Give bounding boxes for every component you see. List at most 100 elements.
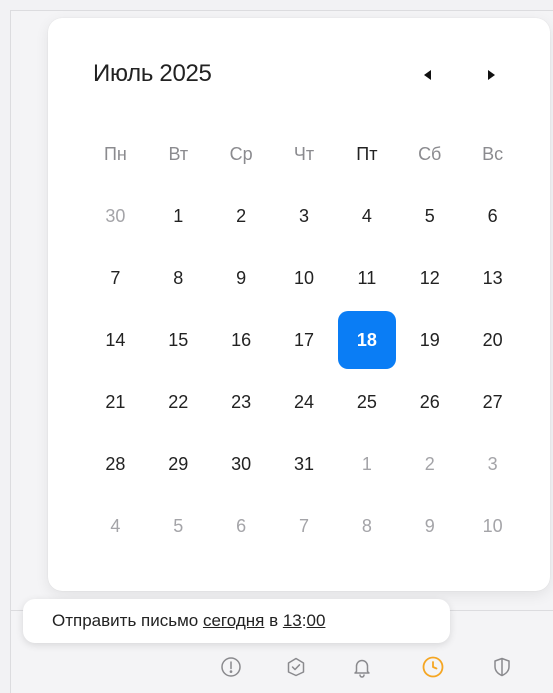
calendar-grid: Пн Вт Ср Чт Пт Сб Вс 30 1 2 3 4 5 6 7 8 9 10 11 12 13 14 15 16 1… [84,123,524,557]
day-number: 27 [482,391,503,412]
day-number: 21 [105,391,126,412]
day-number: 28 [105,453,126,474]
weekday-header: Сб [418,143,442,164]
day-cell[interactable]: 2 [210,185,273,247]
date-picker-popup: Июль 2025 Пн Вт Ср Чт Пт Сб Вс 30 1 2 3 4 5 6 7 8 9 10 11 1… [48,18,550,591]
day-cell[interactable]: 7 [273,495,336,557]
day-cell[interactable]: 13 [461,247,524,309]
day-cell[interactable]: 7 [84,247,147,309]
day-cell[interactable]: 15 [147,309,210,371]
tooltip-prefix: Отправить письмо [52,611,199,630]
day-number: 14 [105,329,126,350]
day-cell[interactable]: 16 [210,309,273,371]
day-cell[interactable]: 29 [147,433,210,495]
day-number: 5 [173,515,184,536]
weekday-header: Вс [482,143,504,164]
send-schedule-tooltip: Отправить письмо сегодня в 13:00 [23,599,450,643]
day-cell[interactable]: 24 [273,371,336,433]
day-number: 11 [357,267,377,288]
clock-icon[interactable] [421,655,445,679]
day-number: 29 [168,453,189,474]
day-number: 18 [337,311,396,369]
day-cell[interactable]: 10 [461,495,524,557]
day-number: 7 [298,515,309,536]
day-cell[interactable]: 2 [398,433,461,495]
day-cell[interactable]: 4 [84,495,147,557]
day-number: 9 [424,515,435,536]
day-number: 6 [487,205,498,226]
day-cell[interactable]: 23 [210,371,273,433]
day-cell[interactable]: 9 [210,247,273,309]
day-cell[interactable]: 4 [335,185,398,247]
checkmark-check-icon[interactable] [284,655,308,679]
day-cell[interactable]: 6 [210,495,273,557]
day-number: 12 [419,267,440,288]
exclamation-circle-icon[interactable] [219,655,243,679]
day-number: 23 [231,391,252,412]
day-cell[interactable]: 31 [273,433,336,495]
day-number: 16 [231,329,252,350]
day-cell[interactable]: 8 [147,247,210,309]
day-cell[interactable]: 25 [335,371,398,433]
send-hour-link[interactable]: 13 [283,611,302,631]
day-number: 30 [231,453,252,474]
next-month-button[interactable] [476,62,506,88]
day-cell[interactable]: 11 [335,247,398,309]
day-cell[interactable]: 30 [210,433,273,495]
day-cell[interactable]: 27 [461,371,524,433]
selected-day-cell[interactable]: 18 [335,309,398,371]
day-cell[interactable]: 1 [335,433,398,495]
day-number: 4 [361,205,372,226]
bell-icon[interactable] [350,655,374,679]
day-number: 31 [293,453,315,474]
day-cell[interactable]: 20 [461,309,524,371]
day-cell[interactable]: 19 [398,309,461,371]
send-minute-link[interactable]: 00 [307,611,326,631]
day-cell[interactable]: 17 [273,309,336,371]
day-number: 1 [361,453,372,474]
day-number: 3 [487,453,498,474]
prev-month-button[interactable] [412,62,442,88]
day-number: 2 [424,453,435,474]
day-number: 8 [361,515,372,536]
weekday-header: Вт [168,143,189,164]
day-number: 20 [482,329,503,350]
day-number: 26 [419,391,440,412]
day-cell[interactable]: 28 [84,433,147,495]
day-cell[interactable]: 6 [461,185,524,247]
day-cell[interactable]: 1 [147,185,210,247]
day-cell[interactable]: 26 [398,371,461,433]
day-cell[interactable]: 9 [398,495,461,557]
tooltip-middle: в [269,611,279,630]
day-cell[interactable]: 8 [335,495,398,557]
day-cell[interactable]: 5 [398,185,461,247]
day-cell[interactable]: 22 [147,371,210,433]
day-number: 5 [424,205,435,226]
day-number: 10 [293,267,315,288]
day-cell[interactable]: 21 [84,371,147,433]
send-day-link[interactable]: сегодня [203,611,264,631]
day-cell[interactable]: 3 [461,433,524,495]
day-number: 9 [236,267,247,288]
day-cell[interactable]: 10 [273,247,336,309]
day-number: 15 [168,329,189,350]
day-cell[interactable]: 12 [398,247,461,309]
shield-icon[interactable] [490,655,514,679]
day-cell[interactable]: 14 [84,309,147,371]
day-number: 13 [482,267,503,288]
day-number: 7 [110,267,121,288]
day-cell[interactable]: 30 [84,185,147,247]
day-number: 4 [110,515,121,536]
day-number: 1 [173,205,184,226]
triangle-right-icon [487,70,495,80]
day-number: 25 [356,391,377,412]
weekday-header: Ср [229,143,253,164]
day-number: 6 [236,515,247,536]
weekday-header: Чт [293,143,315,164]
day-number: 19 [419,329,440,350]
day-number: 22 [168,391,189,412]
day-cell[interactable]: 5 [147,495,210,557]
day-number: 30 [105,205,126,226]
day-cell[interactable]: 3 [273,185,336,247]
day-number: 2 [236,205,247,226]
